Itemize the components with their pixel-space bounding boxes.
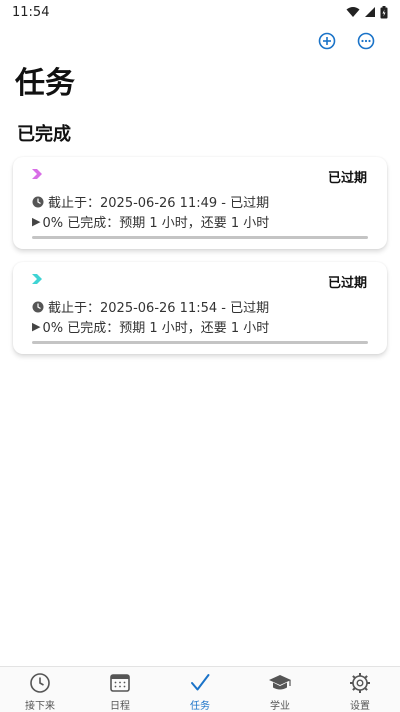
task-progress-row: ▶ 0% 已完成：预期 1 小时，还要 1 小时 <box>32 212 269 231</box>
task-deadline-row: 截止于：2025-06-26 11:54 - 已过期 <box>32 297 269 316</box>
task-progress-bar <box>32 341 368 344</box>
status-bar: 11:54 <box>0 0 400 24</box>
gear-icon <box>348 671 372 695</box>
task-deadline: 截止于：2025-06-26 11:49 - 已过期 <box>48 196 270 211</box>
add-task-button[interactable] <box>316 30 338 52</box>
status-time: 11:54 <box>12 4 50 20</box>
battery-icon <box>380 5 388 18</box>
clock-icon <box>32 301 44 312</box>
more-options-button[interactable] <box>355 30 377 52</box>
clock-icon <box>28 671 52 695</box>
nav-label: 接下来 <box>25 701 55 712</box>
task-card[interactable]: 已过期 截止于：2025-06-26 11:49 - 已过期 ▶ 0% 已完成：… <box>13 157 387 249</box>
nav-label: 日程 <box>110 701 130 712</box>
more-circle-icon <box>357 32 375 50</box>
chevron-right-icon <box>32 169 42 179</box>
task-progress-row: ▶ 0% 已完成：预期 1 小时，还要 1 小时 <box>32 317 269 336</box>
wifi-icon <box>346 7 360 17</box>
nav-item-academics[interactable]: 学业 <box>240 667 320 712</box>
app-header <box>0 30 400 54</box>
task-status: 已过期 <box>327 276 367 291</box>
nav-label: 学业 <box>270 701 290 712</box>
task-progress-text: 0% 已完成：预期 1 小时，还要 1 小时 <box>42 321 270 336</box>
plus-circle-icon <box>318 32 336 50</box>
play-icon: ▶ <box>32 320 41 333</box>
graduation-cap-icon <box>268 671 292 695</box>
checkmark-icon <box>188 671 212 695</box>
page-title: 任务 <box>15 66 75 101</box>
nav-label: 设置 <box>350 701 370 712</box>
task-status: 已过期 <box>327 171 367 186</box>
nav-item-schedule[interactable]: 日程 <box>80 667 160 712</box>
nav-item-settings[interactable]: 设置 <box>320 667 400 712</box>
task-deadline: 截止于：2025-06-26 11:54 - 已过期 <box>48 301 270 316</box>
task-card[interactable]: 已过期 截止于：2025-06-26 11:54 - 已过期 ▶ 0% 已完成：… <box>13 262 387 354</box>
calendar-icon <box>108 671 132 695</box>
task-deadline-row: 截止于：2025-06-26 11:49 - 已过期 <box>32 192 269 211</box>
task-progress-text: 0% 已完成：预期 1 小时，还要 1 小时 <box>42 216 270 231</box>
nav-label: 任务 <box>190 701 210 712</box>
clock-icon <box>32 196 44 207</box>
bottom-nav: 接下来 日程 任务 学业 设置 <box>0 666 400 712</box>
nav-item-upcoming[interactable]: 接下来 <box>0 667 80 712</box>
nav-item-tasks[interactable]: 任务 <box>160 667 240 712</box>
signal-icon <box>365 7 375 17</box>
section-title-completed: 已完成 <box>17 124 71 145</box>
status-icons <box>346 5 388 19</box>
task-progress-bar <box>32 236 368 239</box>
chevron-right-icon <box>32 274 42 284</box>
play-icon: ▶ <box>32 215 41 228</box>
